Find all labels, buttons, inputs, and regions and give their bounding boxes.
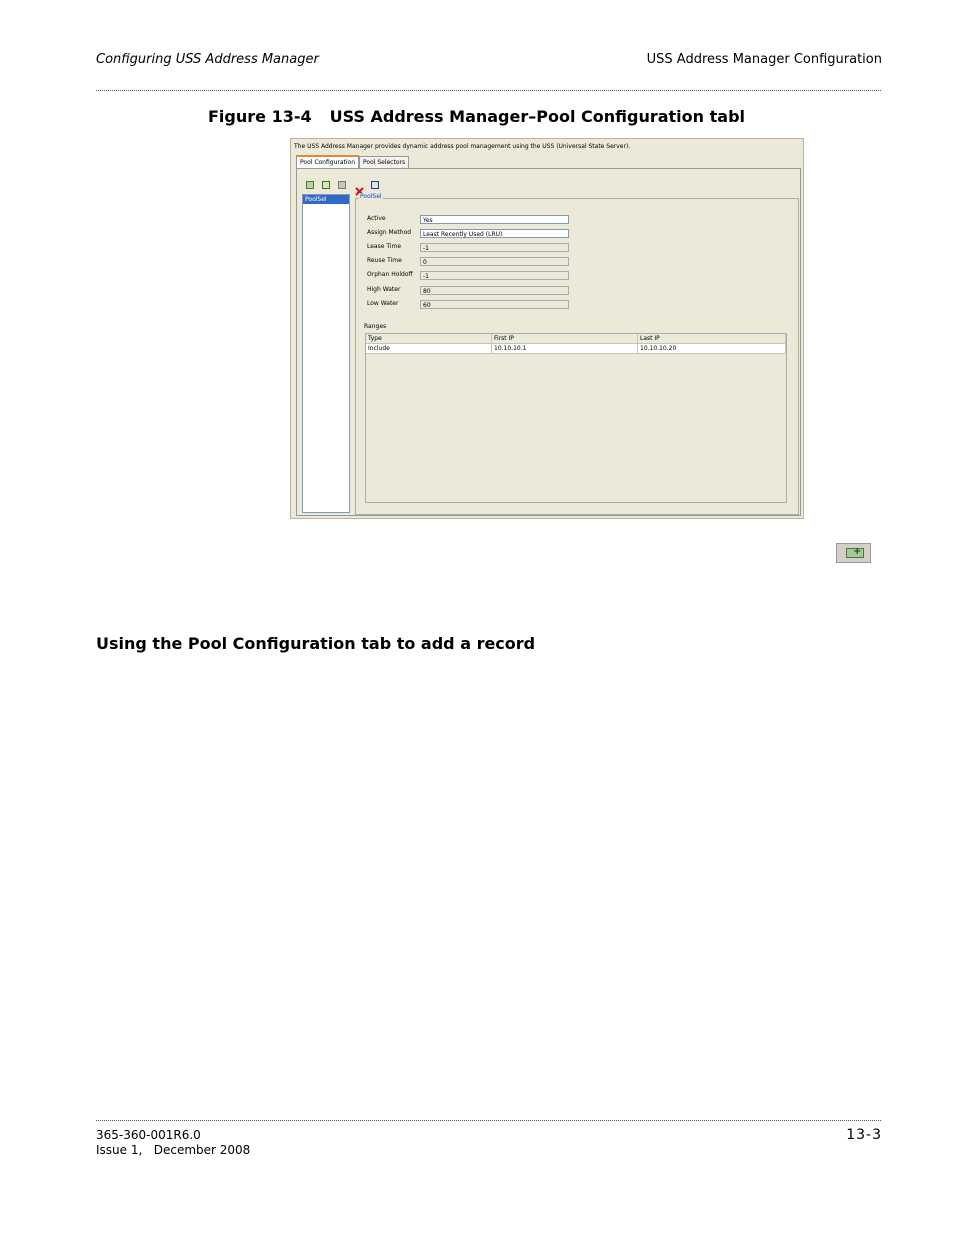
field-label-high-water: High Water (367, 286, 401, 293)
page-number: 13-3 (846, 1127, 882, 1143)
add-record-icon: + (846, 546, 864, 558)
section-heading: Using the Pool Configuration tab to add … (96, 634, 536, 653)
field-label-lease-time: Lease Time (367, 243, 402, 250)
list-item[interactable]: PoolSel (303, 195, 349, 204)
field-label-reuse-time: Reuse Time (367, 257, 402, 264)
document-number: 365-360-001R6.0 (96, 1128, 201, 1142)
group-title: PoolSel (359, 193, 383, 200)
ranges-table: Type First IP Last IP Include 10.10.10.1… (365, 333, 787, 503)
ranges-label: Ranges (364, 323, 387, 330)
figure-number: Figure 13-4 (208, 107, 312, 126)
column-header-first-ip[interactable]: First IP (492, 334, 638, 344)
table-cell[interactable]: Include (366, 344, 492, 354)
screenshot-window: The USS Address Manager provides dynamic… (290, 138, 804, 519)
add-icon[interactable] (306, 181, 314, 189)
footer-left: 365-360-001R6.0 Issue 1, December 2008 (96, 1128, 250, 1158)
figure-caption: Figure 13-4 USS Address Manager–Pool Conf… (208, 107, 745, 126)
pool-list[interactable]: PoolSel (302, 194, 350, 513)
delete-icon[interactable] (355, 181, 364, 196)
table-cell[interactable]: 10.10.10.1 (492, 344, 638, 354)
column-header-last-ip[interactable]: Last IP (638, 334, 786, 344)
active-field[interactable]: Yes (420, 215, 569, 224)
assign-method-field[interactable]: Least Recently Used (LRU) (420, 229, 569, 238)
orphan-holdoff-field[interactable]: -1 (420, 271, 569, 280)
figure-title: USS Address Manager–Pool Configuration t… (329, 107, 745, 126)
table-cell[interactable]: 10.10.10.20 (638, 344, 786, 354)
column-header-type[interactable]: Type (366, 334, 492, 344)
info-icon[interactable] (371, 181, 379, 189)
edit-icon[interactable] (322, 181, 330, 189)
header-rule (96, 90, 881, 91)
add-record-button[interactable]: + (836, 543, 871, 563)
field-label-orphan-holdoff: Orphan Holdoff (367, 271, 413, 278)
footer-rule (96, 1120, 881, 1121)
screenshot-description: The USS Address Manager provides dynamic… (294, 143, 631, 150)
issue-date: Issue 1, December 2008 (96, 1143, 251, 1157)
low-water-field[interactable]: 60 (420, 300, 569, 309)
high-water-field[interactable]: 80 (420, 286, 569, 295)
copy-icon[interactable] (338, 181, 346, 189)
tab-pool-configuration[interactable]: Pool Configuration (296, 155, 360, 168)
running-header-right: USS Address Manager Configuration (646, 52, 882, 67)
reuse-time-field[interactable]: 0 (420, 257, 569, 266)
running-header-left: Configuring USS Address Manager (96, 52, 319, 67)
tab-pool-selectors[interactable]: Pool Selectors (359, 156, 410, 168)
field-label-assign-method: Assign Method (367, 229, 412, 236)
lease-time-field[interactable]: -1 (420, 243, 569, 252)
pool-configuration-panel: PoolSel PoolSel Active Yes Assign Method… (296, 168, 801, 516)
field-label-low-water: Low Water (367, 300, 399, 307)
field-label-active: Active (367, 215, 386, 222)
